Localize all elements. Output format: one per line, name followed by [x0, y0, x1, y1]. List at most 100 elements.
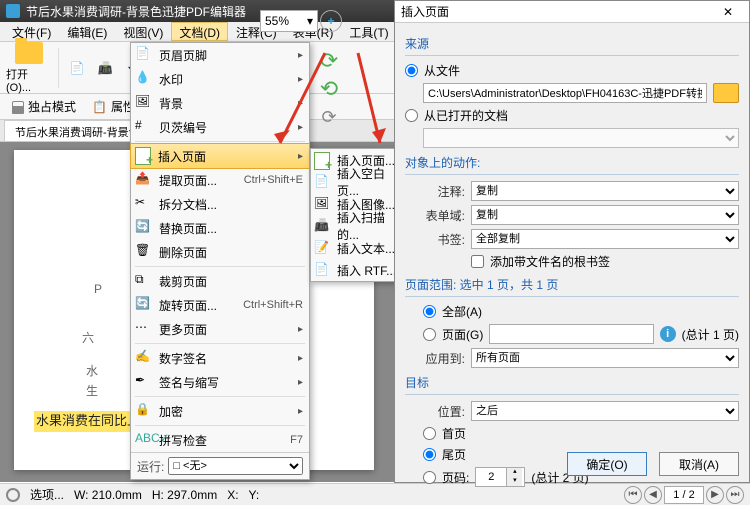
background-icon: 🖼 — [135, 94, 153, 112]
signature-icon: ✒ — [135, 373, 153, 391]
mi-rotate[interactable]: 🔄旋转页面...Ctrl+Shift+R — [131, 293, 309, 317]
mi-sign[interactable]: ✍数字签名▸ — [131, 346, 309, 370]
extract-icon: 📤 — [135, 171, 153, 189]
group-target: 目标 — [405, 374, 739, 395]
label-position: 位置: — [405, 403, 465, 420]
rotate-icon: 🔄 — [135, 296, 153, 314]
add-bookmark-checkbox[interactable] — [471, 255, 484, 268]
tool-new[interactable]: 📄 — [65, 56, 89, 80]
mi-watermark[interactable]: 💧水印▸ — [131, 67, 309, 91]
position-select[interactable]: 之后 — [471, 401, 739, 421]
separator — [135, 343, 305, 344]
bates-icon: # — [135, 118, 153, 136]
radio-pagenum[interactable] — [423, 471, 436, 484]
menu-view[interactable]: 视图(V) — [115, 22, 171, 41]
pages-input[interactable] — [489, 324, 653, 344]
insert-page-icon — [314, 152, 330, 168]
status-y: Y: — [249, 488, 260, 502]
cancel-button[interactable]: 取消(A) — [659, 452, 739, 476]
zoom-plus[interactable]: + — [320, 10, 342, 32]
radio-first-page[interactable] — [423, 427, 436, 440]
insert-rtf-icon: 📄 — [314, 262, 330, 278]
group-source: 来源 — [405, 35, 739, 56]
radio-from-open[interactable] — [405, 109, 418, 122]
mi-extract-page[interactable]: 📤提取页面...Ctrl+Shift+E — [131, 168, 309, 192]
split-icon: ✂ — [135, 195, 153, 213]
separator — [135, 266, 305, 267]
open-doc-select[interactable] — [423, 128, 739, 148]
exclusive-mode-button[interactable]: 独占模式 — [6, 96, 82, 117]
group-range: 页面范围: 选中 1 页，共 1 页 — [405, 276, 739, 297]
mi-bates[interactable]: #贝茨编号▸ — [131, 115, 309, 139]
dialog-title: 插入页面 — [401, 3, 449, 20]
insert-text-icon: 📝 — [314, 240, 330, 256]
replace-icon: 🔄 — [135, 219, 153, 237]
dialog-close[interactable]: ✕ — [713, 5, 743, 19]
menu-file[interactable]: 文件(F) — [4, 22, 59, 41]
separator — [135, 396, 305, 397]
file-path-input[interactable] — [423, 83, 707, 103]
watermark-icon: 💧 — [135, 70, 153, 88]
label-first: 首页 — [442, 425, 466, 442]
label-add-bm: 添加带文件名的根书签 — [490, 253, 610, 270]
tab-document-1[interactable]: 节后水果消费调研-背景色 — [4, 120, 151, 141]
status-x: X: — [227, 488, 238, 502]
radio-last-page[interactable] — [423, 448, 436, 461]
separator — [135, 141, 305, 142]
mi-delete[interactable]: 🗑删除页面 — [131, 240, 309, 264]
pagenum-spinner[interactable]: ▴▾ — [475, 467, 525, 487]
insert-scan-icon: 📠 — [314, 218, 330, 234]
ok-button[interactable]: 确定(O) — [567, 452, 647, 476]
label-pages: 页面(G) — [442, 326, 483, 343]
folder-icon — [15, 42, 43, 64]
mi-sign-abbr[interactable]: ✒签名与缩写▸ — [131, 370, 309, 394]
group-actions: 对象上的动作: — [405, 154, 739, 175]
run-select[interactable]: □ <无> — [168, 457, 303, 475]
menu-edit[interactable]: 编辑(E) — [59, 22, 115, 41]
mi-spellcheck[interactable]: ABC✓拼写检查F7 — [131, 428, 309, 452]
annot-select[interactable]: 复制 — [471, 181, 739, 201]
radio-pages[interactable] — [423, 328, 436, 341]
app-icon — [6, 4, 20, 18]
mi-insert-page[interactable]: 插入页面▸ — [130, 143, 310, 169]
zoom-select[interactable]: 55%▾ — [260, 10, 318, 32]
mi-split[interactable]: ✂拆分文档... — [131, 192, 309, 216]
bookmark-select[interactable]: 全部复制 — [471, 229, 739, 249]
label-apply-to: 应用到: — [405, 350, 465, 367]
mi-crop[interactable]: ⧉裁剪页面 — [131, 269, 309, 293]
pagenum-input[interactable] — [476, 471, 506, 483]
open-button[interactable]: 打开(O)... — [6, 42, 52, 94]
insert-page-icon — [135, 147, 153, 165]
redo-big-icon[interactable]: ⟳ — [316, 48, 342, 74]
window-title: 节后水果消费调研-背景色迅捷PDF编辑器 — [26, 3, 246, 20]
undo-big-icon[interactable]: ⟲ — [316, 76, 342, 102]
refresh-small-icon[interactable]: ⟳ — [316, 104, 342, 130]
menu-tools[interactable]: 工具(T) — [341, 22, 396, 41]
mi-more[interactable]: ⋯更多页面▸ — [131, 317, 309, 341]
tool-scan[interactable]: 📠 — [93, 56, 117, 80]
mi-background[interactable]: 🖼背景▸ — [131, 91, 309, 115]
label-from-file: 从文件 — [424, 62, 460, 79]
apply-to-select[interactable]: 所有页面 — [471, 348, 739, 368]
crop-icon: ⧉ — [135, 272, 153, 290]
radio-all-pages[interactable] — [423, 305, 436, 318]
mi-encrypt[interactable]: 🔒加密▸ — [131, 399, 309, 423]
info-icon[interactable]: i — [660, 326, 676, 342]
form-select[interactable]: 复制 — [471, 205, 739, 225]
spellcheck-icon: ABC✓ — [135, 431, 153, 449]
label-form: 表单域: — [405, 207, 465, 224]
browse-button[interactable] — [713, 83, 739, 103]
status-options[interactable]: 选项... — [30, 486, 64, 503]
mi-replace[interactable]: 🔄替换页面... — [131, 216, 309, 240]
mi-header-footer[interactable]: 📄页眉页脚▸ — [131, 43, 309, 67]
status-height: H: 297.0mm — [152, 488, 217, 502]
gear-icon[interactable] — [6, 488, 20, 502]
lock-icon — [12, 101, 24, 113]
total-1-label: (总计 1 页) — [682, 326, 739, 343]
insert-page-dialog: 插入页面 ✕ 来源 从文件 从已打开的文档 对象上的动作: 注释:复制 表单域:… — [394, 0, 750, 483]
properties-icon: 📋 — [92, 100, 107, 114]
menu-document[interactable]: 文档(D) — [171, 22, 228, 41]
radio-from-file[interactable] — [405, 64, 418, 77]
label-annot: 注释: — [405, 183, 465, 200]
open-label: 打开(O)... — [6, 66, 52, 94]
